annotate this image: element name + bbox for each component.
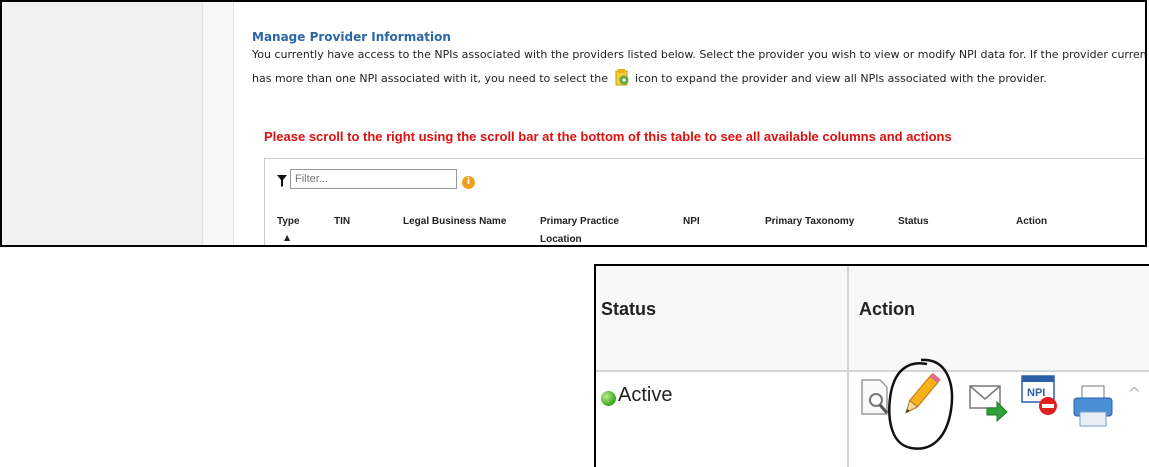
zoom-table-header: Status Action bbox=[596, 266, 1149, 372]
intro-text-line-1: You currently have access to the NPIs as… bbox=[252, 48, 1147, 61]
zoom-column-header-status: Status bbox=[601, 299, 657, 319]
column-header-type[interactable]: Type bbox=[277, 213, 300, 231]
print-icon[interactable] bbox=[1072, 384, 1114, 432]
zoom-column-divider bbox=[847, 266, 849, 467]
column-header-primary-practice-location[interactable]: Primary Practice Location bbox=[540, 213, 619, 245]
intro-text-after-icon: icon to expand the provider and view all… bbox=[635, 72, 1047, 85]
svg-text:NPI: NPI bbox=[1027, 387, 1045, 399]
info-icon[interactable]: i bbox=[462, 176, 475, 189]
sort-ascending-icon[interactable]: ▲ bbox=[284, 233, 290, 242]
zoom-column-header-action: Action bbox=[859, 299, 915, 319]
page-title: Manage Provider Information bbox=[252, 30, 451, 44]
highlight-circle-annotation bbox=[881, 354, 961, 460]
sidebar-divider bbox=[202, 2, 234, 245]
zoomed-action-callout: Status Action Active NPI ^ bbox=[594, 264, 1149, 467]
manage-provider-panel: Manage Provider Information You currentl… bbox=[0, 0, 1147, 247]
expand-provider-icon bbox=[614, 69, 630, 87]
status-value: Active bbox=[618, 384, 673, 406]
column-header-npi[interactable]: NPI bbox=[683, 213, 700, 231]
column-header-primary-taxonomy[interactable]: Primary Taxonomy bbox=[765, 213, 854, 231]
column-header-action[interactable]: Action bbox=[1016, 213, 1047, 231]
active-status-icon bbox=[601, 391, 616, 406]
left-sidebar bbox=[2, 2, 202, 245]
filter-input[interactable] bbox=[290, 169, 457, 189]
send-email-icon[interactable] bbox=[969, 382, 1009, 426]
column-header-tin[interactable]: TIN bbox=[334, 213, 350, 231]
scroll-up-icon[interactable]: ^ bbox=[1128, 384, 1141, 403]
scroll-warning: Please scroll to the right using the scr… bbox=[264, 129, 952, 144]
column-header-status[interactable]: Status bbox=[898, 213, 929, 231]
deactivate-npi-icon[interactable]: NPI bbox=[1020, 372, 1062, 424]
column-header-legal-business-name[interactable]: Legal Business Name bbox=[403, 213, 506, 231]
intro-text-line-2: has more than one NPI associated with it… bbox=[252, 69, 1047, 87]
intro-text-before-icon: has more than one NPI associated with it… bbox=[252, 72, 608, 85]
provider-table: i Type ▲ TIN Legal Business Name Primary… bbox=[264, 158, 1145, 245]
filter-icon bbox=[277, 172, 287, 191]
